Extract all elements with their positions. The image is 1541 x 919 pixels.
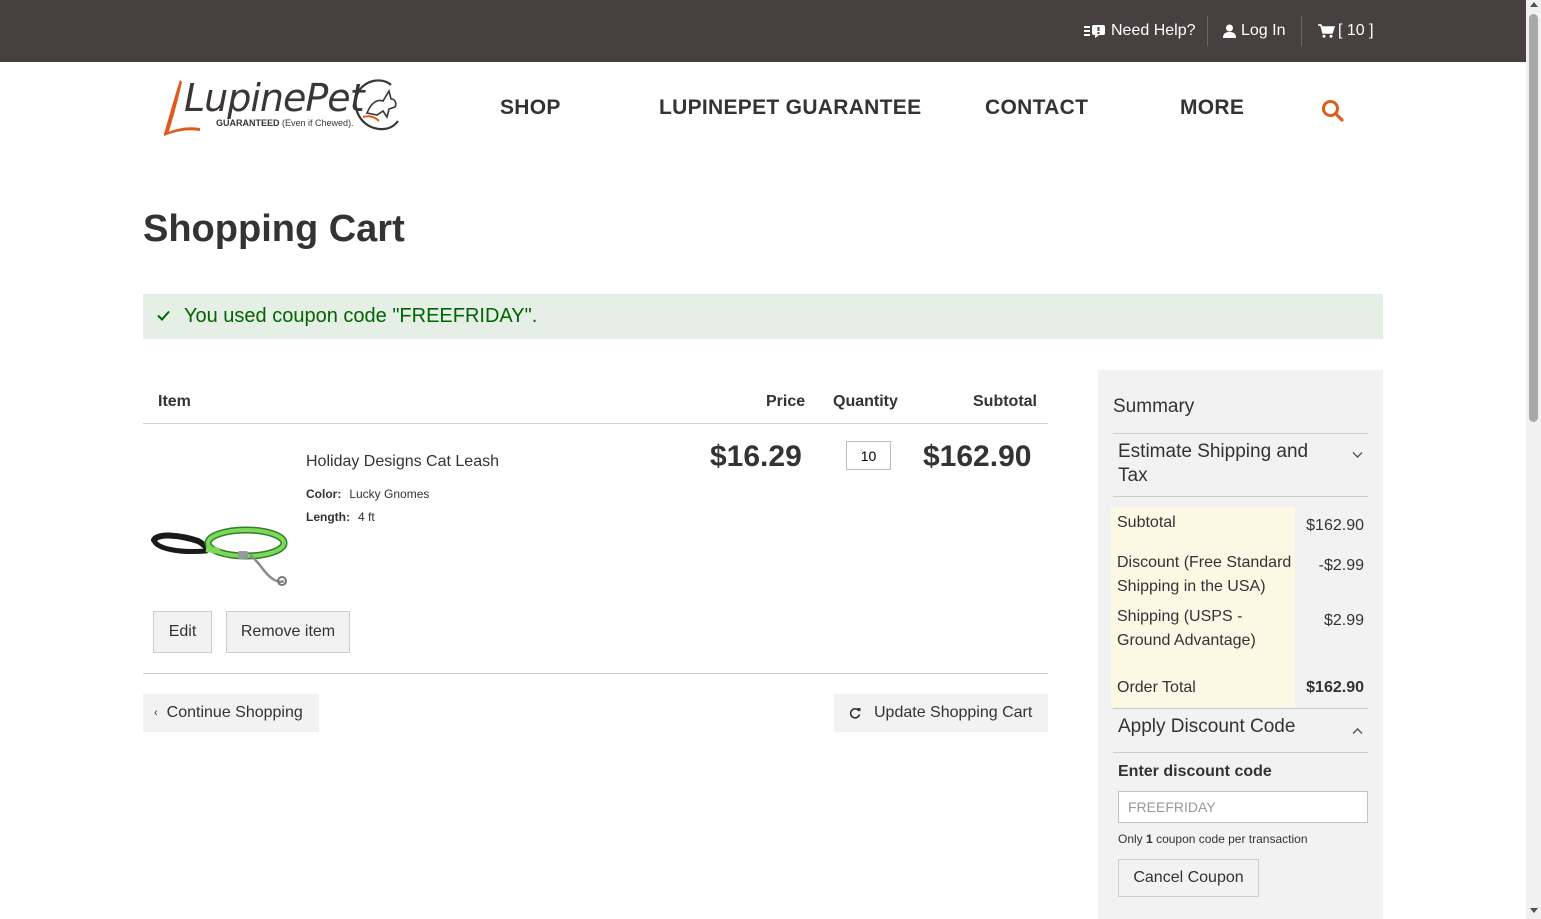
continue-shopping-button[interactable]: ‹ Continue Shopping [143,694,319,732]
table-divider [143,423,1048,424]
subtotal-label: Subtotal [1117,514,1176,531]
order-summary: Summary Estimate Shipping and Tax Subtot… [1098,370,1383,919]
remove-item-button[interactable]: Remove item [226,611,350,653]
column-header-item: Item [158,393,191,410]
success-message-text: You used coupon code "FREEFRIDAY". [184,305,538,327]
chevron-up-icon[interactable] [1352,722,1363,740]
scrollbar-thumb[interactable] [1529,14,1538,422]
table-divider [143,673,1048,674]
shipping-label: Shipping (USPS - Ground Advantage) [1117,608,1256,649]
order-total-label: Order Total [1117,679,1196,696]
chevron-left-icon: ‹ [154,707,158,719]
page-title: Shopping Cart [143,208,405,250]
cancel-coupon-button[interactable]: Cancel Coupon [1118,859,1259,897]
top-bar: Need Help? Log In [ 10 ] [0,0,1526,62]
subtotal-value: $162.90 [1306,517,1364,534]
nav-more[interactable]: MORE [1180,96,1244,120]
quantity-input[interactable] [846,441,891,470]
refresh-icon [849,707,861,719]
order-total-value: $162.90 [1306,679,1364,696]
item-subtotal: $162.90 [923,440,1032,473]
nav-shop[interactable]: SHOP [500,96,561,120]
help-chat-icon [1084,24,1106,38]
need-help-link[interactable]: Need Help? [1084,0,1196,62]
column-header-price: Price [766,393,806,410]
chevron-down-icon[interactable] [1352,446,1363,464]
discount-value: -$2.99 [1318,557,1364,574]
login-link[interactable]: Log In [1223,0,1285,62]
product-image[interactable] [150,505,290,590]
update-cart-label: Update Shopping Cart [874,704,1033,721]
login-label: Log In [1241,22,1286,39]
checkmark-icon [157,308,170,326]
cart-count: [ 10 ] [1338,22,1374,39]
user-icon [1223,24,1236,38]
cart-link[interactable]: [ 10 ] [1318,0,1374,62]
edit-item-button[interactable]: Edit [153,611,212,653]
logo-dog-cat-icon [354,79,399,131]
summary-divider [1113,752,1368,753]
coupon-note: Only 1 coupon code per transaction [1118,832,1308,846]
logo-wordmark: LupinePet [184,76,365,120]
product-attribute-length: Length: 4 ft [306,510,375,524]
shipping-value: $2.99 [1323,612,1364,629]
item-price: $16.29 [710,440,802,473]
estimate-shipping-toggle[interactable]: Estimate Shipping and Tax [1118,440,1323,488]
summary-title: Summary [1113,396,1195,417]
scroll-up-arrow-icon[interactable] [1530,2,1538,7]
scroll-down-arrow-icon[interactable] [1530,908,1538,913]
product-name[interactable]: Holiday Designs Cat Leash [306,453,499,471]
cart-icon [1318,24,1335,38]
logo-tagline: GUARANTEED (Even if Chewed). [216,118,354,128]
summary-divider [1113,708,1368,709]
discount-field-label: Enter discount code [1118,763,1272,780]
discount-label: Discount (Free Standard Shipping in the … [1117,554,1292,595]
summary-divider [1113,433,1368,434]
discount-code-input[interactable] [1118,791,1368,823]
search-icon[interactable] [1321,99,1345,128]
need-help-label: Need Help? [1111,22,1196,39]
update-cart-button[interactable]: Update Shopping Cart [834,694,1048,732]
site-logo[interactable]: LupinePet GUARANTEED (Even if Chewed). [160,74,405,138]
topbar-divider [1207,16,1208,46]
continue-shopping-label: Continue Shopping [166,704,303,721]
column-header-quantity: Quantity [833,393,898,410]
product-attribute-color: Color: Lucky Gnomes [306,487,430,501]
nav-guarantee[interactable]: LUPINEPET GUARANTEE [659,96,921,120]
topbar-divider [1301,16,1302,46]
nav-contact[interactable]: CONTACT [985,96,1088,120]
summary-divider [1113,496,1368,497]
column-header-subtotal: Subtotal [973,393,1037,410]
success-message: You used coupon code "FREEFRIDAY". [143,294,1383,339]
apply-discount-toggle[interactable]: Apply Discount Code [1118,715,1348,739]
